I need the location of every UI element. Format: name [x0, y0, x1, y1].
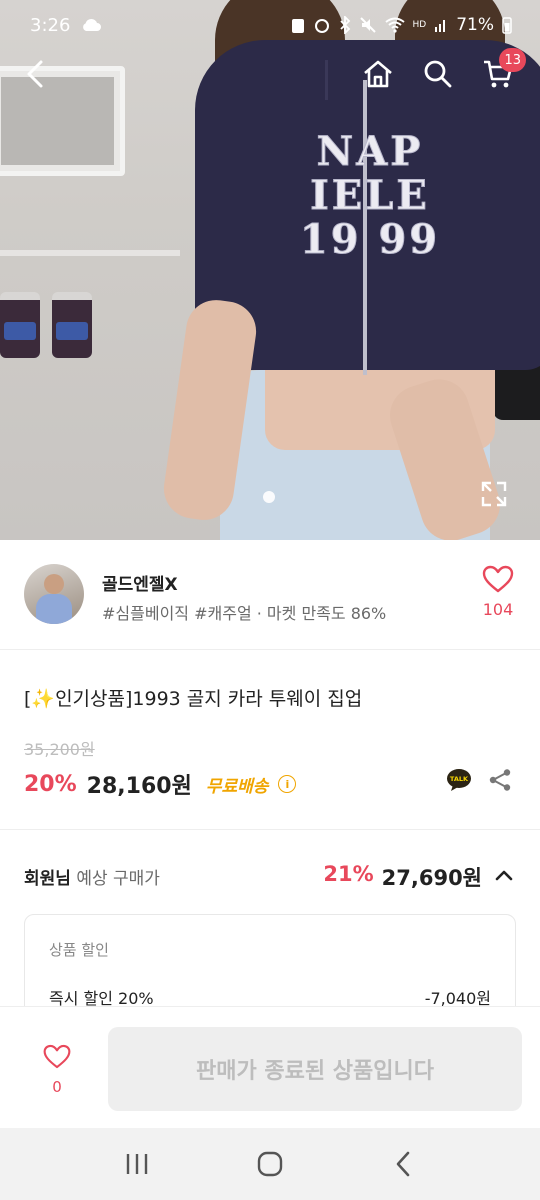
member-price-section: 회원님 예상 구매가 21% 27,690원 상품 할인 즉시 할인 20% -…: [0, 830, 540, 1044]
carousel-indicator: [263, 491, 275, 503]
product-image[interactable]: NAP IELE 19 99 3:26 HD 71% 13: [0, 0, 540, 540]
share-icon: [489, 769, 511, 791]
search-button[interactable]: [418, 54, 458, 94]
signal-label: HD: [412, 19, 427, 30]
background-jar: [52, 292, 92, 358]
cart-count-badge: 13: [499, 48, 526, 72]
sold-out-button[interactable]: 판매가 종료된 상품입니다: [108, 1027, 522, 1111]
back-icon: [27, 60, 43, 88]
seller-like-count: 104: [482, 600, 514, 619]
recent-apps-icon: [126, 1154, 147, 1174]
discount-rate: 20%: [24, 771, 77, 797]
battery-icon: [502, 17, 512, 34]
battery-level: 71%: [456, 15, 494, 35]
kakao-talk-icon: TALK: [447, 769, 471, 791]
background-jar: [0, 292, 40, 358]
home-icon: [364, 60, 392, 88]
shipping-badge: 무료배송: [205, 776, 269, 797]
notification-icon: [291, 19, 304, 33]
product-info: [✨인기상품]1993 골지 카라 투웨이 집업 35,200원 20% 28,…: [0, 650, 540, 830]
home-nav-icon: [257, 1151, 283, 1177]
product-title: [✨인기상품]1993 골지 카라 투웨이 집업: [24, 688, 363, 710]
home-nav-button[interactable]: [250, 1144, 290, 1184]
seller-name[interactable]: 골드엔젤X: [102, 570, 178, 595]
seller-like-button[interactable]: 104: [474, 564, 522, 619]
member-discount-rate: 21%: [323, 862, 374, 886]
product-page: NAP IELE 19 99 3:26 HD 71% 13 골드엔젤X #심플베…: [0, 0, 540, 1200]
kakao-talk-button[interactable]: TALK: [446, 768, 472, 792]
seller-tags: #심플베이직 #캐주얼 · 마켓 만족도 86%: [102, 604, 387, 623]
collapse-button[interactable]: [494, 866, 514, 886]
member-price: 21% 27,690원: [323, 862, 482, 892]
sale-price: 28,160원: [86, 774, 192, 799]
seller-avatar[interactable]: [24, 564, 84, 624]
heart-icon: [482, 565, 514, 593]
price-row: 20% 28,160원 무료배송 i: [24, 768, 297, 800]
expand-image-button[interactable]: [480, 480, 508, 508]
share-button[interactable]: [488, 768, 512, 792]
bluetooth-icon: [339, 16, 350, 34]
original-price: 35,200원: [24, 740, 95, 759]
svg-text:TALK: TALK: [450, 775, 469, 783]
alarm-icon: [314, 19, 329, 33]
chevron-up-icon: [495, 870, 513, 881]
seller-row[interactable]: 골드엔젤X #심플베이직 #캐주얼 · 마켓 만족도 86% 104: [0, 540, 540, 650]
clock: 3:26: [30, 14, 71, 36]
signal-icon: [435, 20, 446, 32]
cart-button[interactable]: 13: [478, 48, 526, 94]
member-price-value: 27,690원: [381, 866, 482, 890]
recent-apps-button[interactable]: [117, 1144, 157, 1184]
info-icon[interactable]: i: [278, 775, 297, 793]
back-button[interactable]: [16, 54, 56, 94]
member-price-label: 회원님 예상 구매가: [24, 869, 160, 889]
back-nav-button[interactable]: [383, 1144, 423, 1184]
like-count: 0: [52, 1078, 62, 1096]
status-bar: 3:26 HD 71%: [0, 0, 540, 50]
search-icon: [424, 60, 452, 88]
cloud-icon: [83, 18, 102, 31]
like-button[interactable]: 0: [36, 1043, 78, 1096]
system-nav-bar: [0, 1128, 540, 1200]
bottom-action-bar: 0 판매가 종료된 상품입니다: [0, 1006, 540, 1128]
home-button[interactable]: [358, 54, 398, 94]
discount-box-title: 상품 할인: [49, 941, 109, 959]
mute-icon: [359, 17, 376, 33]
back-nav-icon: [397, 1151, 410, 1177]
wifi-icon: [384, 17, 405, 33]
expand-icon: [481, 481, 507, 507]
heart-icon: [43, 1044, 71, 1069]
shirt-print: NAP IELE 19 99: [299, 128, 441, 263]
top-nav-bar: 13: [0, 48, 540, 96]
